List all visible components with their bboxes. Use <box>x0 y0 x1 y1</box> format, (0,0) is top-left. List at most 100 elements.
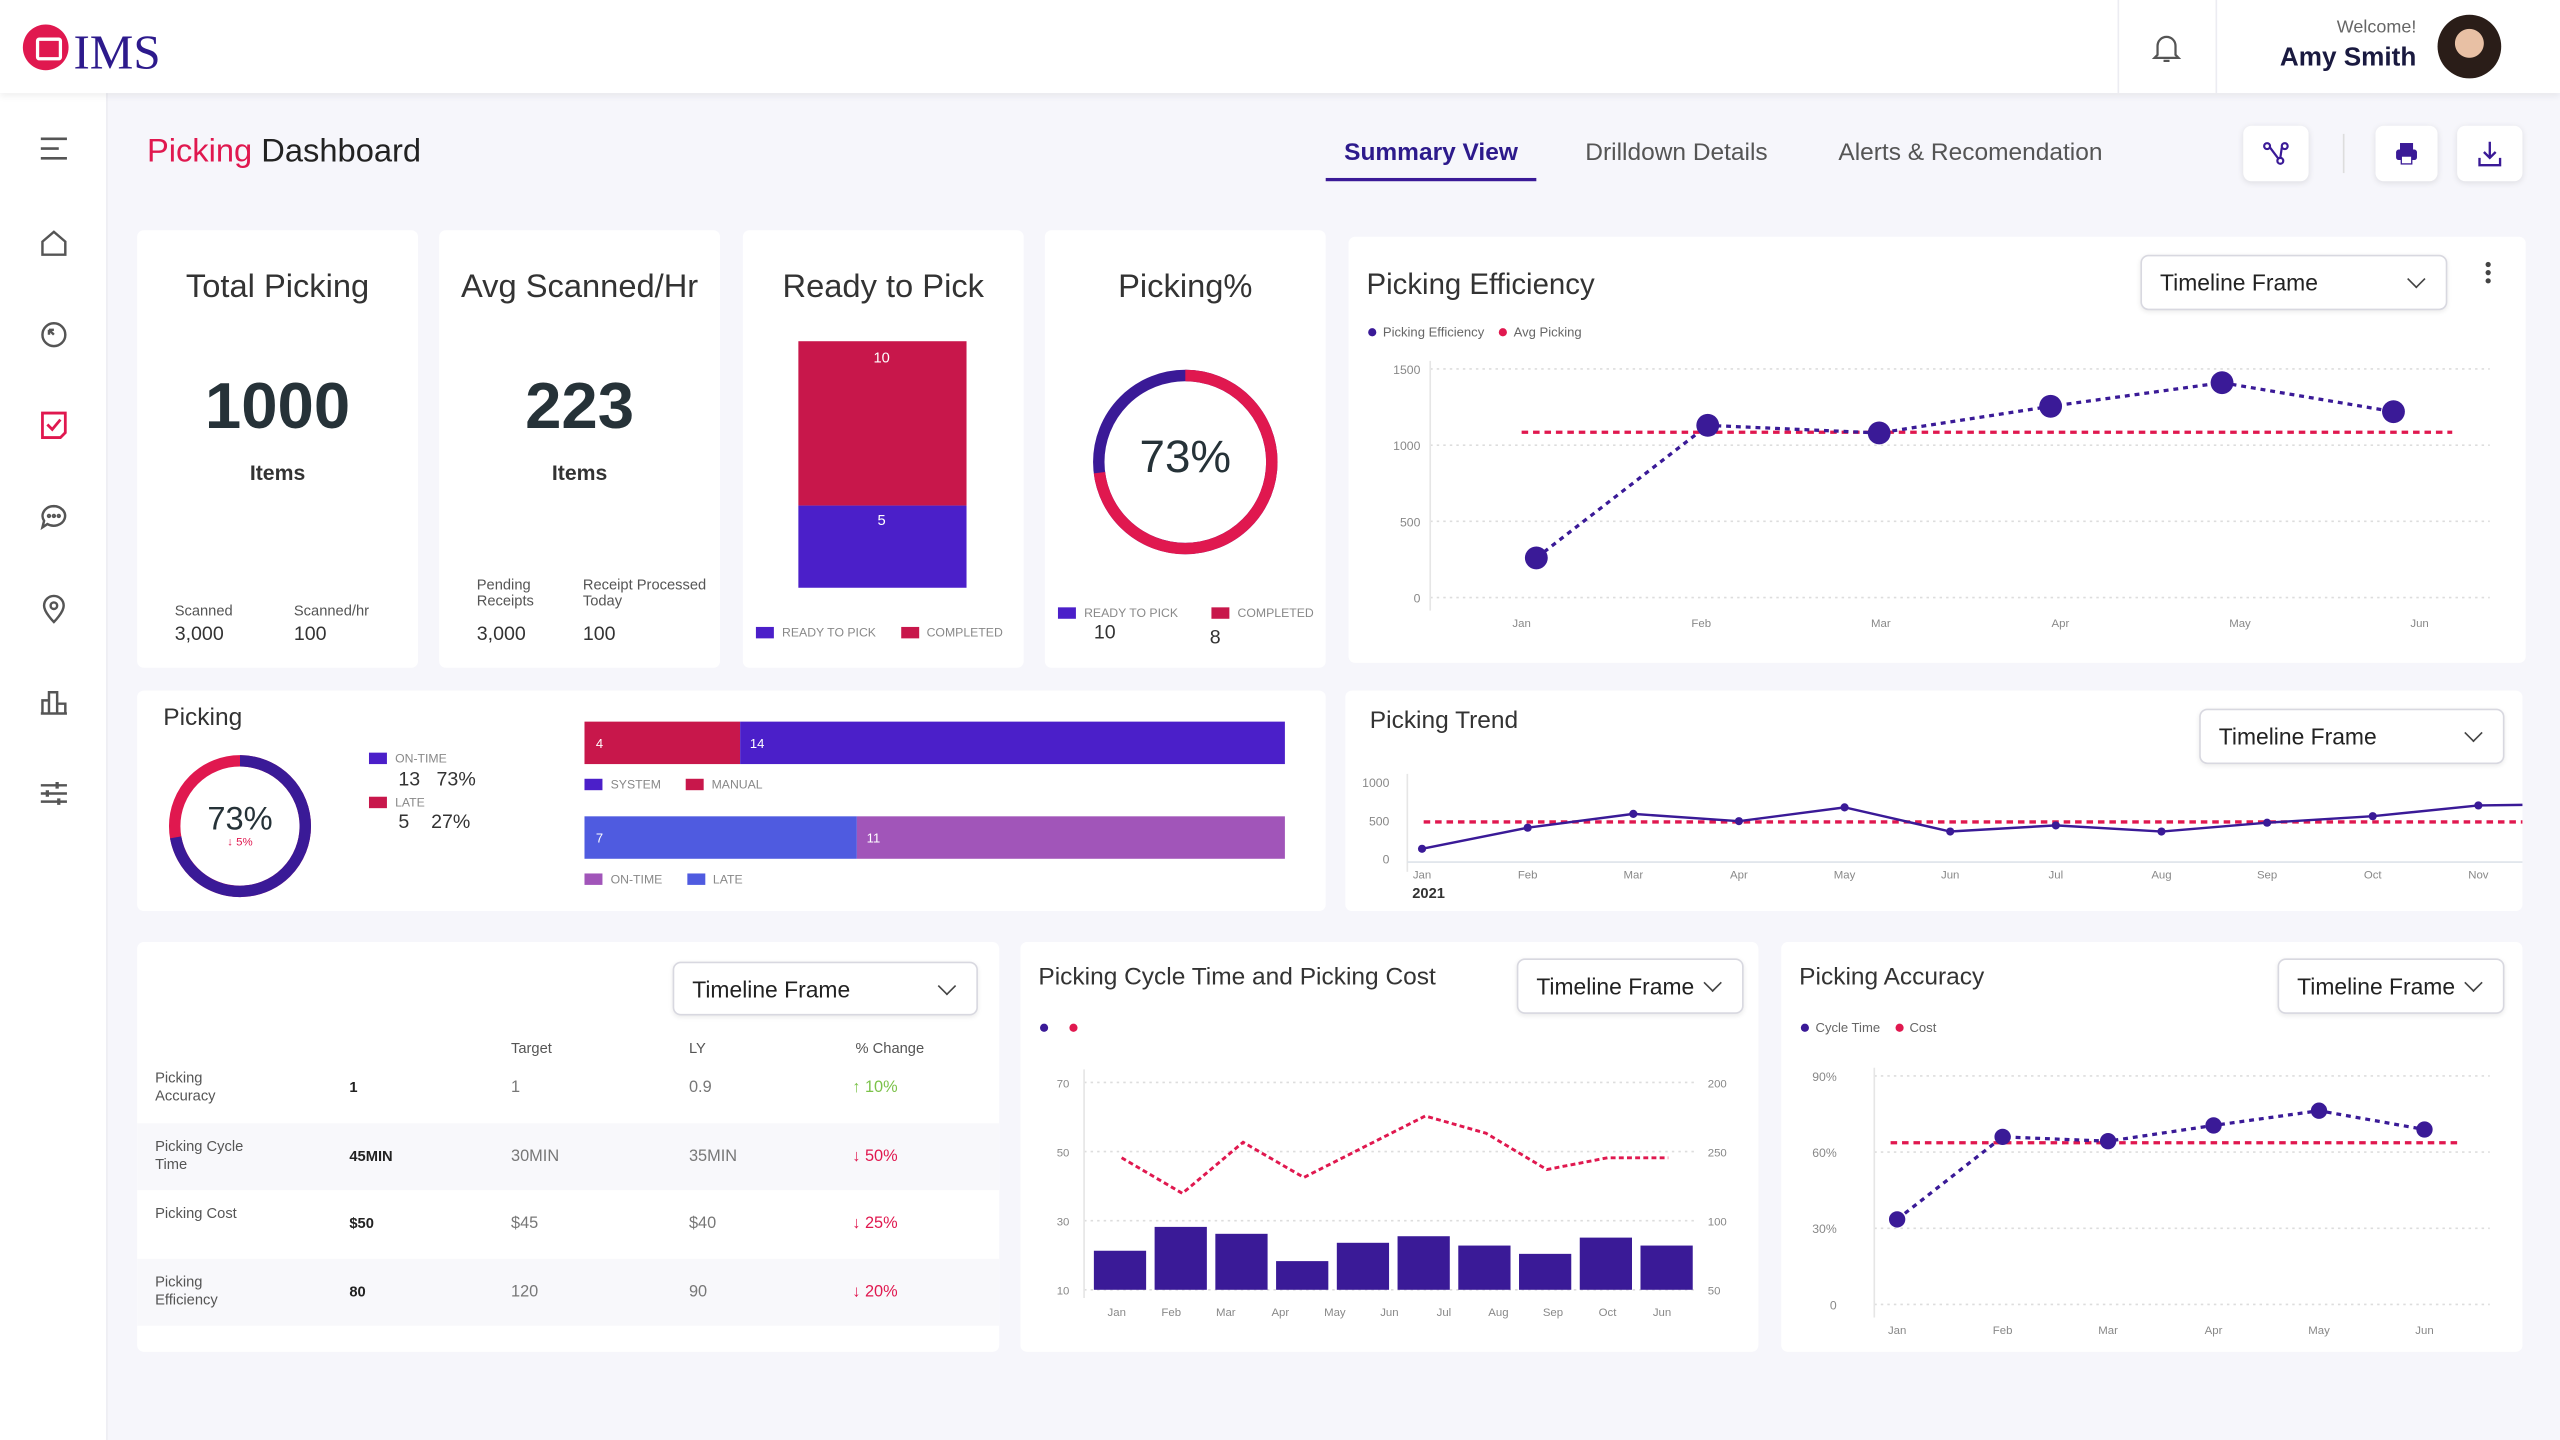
timeline-frame-dropdown[interactable]: Timeline Frame <box>2199 708 2505 765</box>
logo-text: IMS <box>73 26 161 80</box>
timeline-frame-dropdown[interactable]: Timeline Frame <box>672 961 978 1016</box>
tab-summary-view[interactable]: Summary View <box>1325 139 1537 182</box>
legend-count: 13 <box>398 767 421 791</box>
table-row: Picking Cost $50 $45 $40 ↓ 25% <box>137 1190 999 1257</box>
row-target: $45 <box>511 1214 539 1233</box>
page-title: Picking Dashboard <box>147 134 421 172</box>
row-value: 1 <box>349 1079 358 1096</box>
row-value: 80 <box>349 1283 366 1300</box>
legend-swatch <box>584 778 603 791</box>
arrow-down-icon: ↓ <box>852 1147 865 1166</box>
logo[interactable]: IMS <box>22 13 161 82</box>
row-change: ↑ 10% <box>852 1079 897 1097</box>
share-button[interactable] <box>2243 125 2309 182</box>
home-icon[interactable] <box>38 227 71 260</box>
legend-value: 8 <box>1209 625 1221 649</box>
row-change: ↓ 25% <box>852 1215 897 1233</box>
stat-label: Receipt Processed Today <box>582 576 707 609</box>
user-name[interactable]: Amy Smith <box>2280 44 2416 73</box>
avatar[interactable] <box>2437 14 2502 79</box>
legend-item <box>1039 1020 1055 1035</box>
table-row: Picking Cycle Time 45MIN 30MIN 35MIN ↓ 50% <box>137 1123 1000 1191</box>
sidebar <box>0 93 108 1440</box>
top-header: IMS Welcome! Amy Smith <box>0 0 2560 94</box>
card-title: Picking Cycle Time and Picking Cost <box>1038 963 1436 992</box>
share-icon <box>2263 142 2289 165</box>
legend-swatch <box>584 873 603 885</box>
stat-value: 3,000 <box>174 622 224 645</box>
kpi-unit: Items <box>551 460 608 485</box>
legend-item <box>1069 1020 1084 1035</box>
table-row: Picking Efficiency 80 120 90 ↓ 20% <box>137 1258 1000 1326</box>
row-label: Picking Cycle Time <box>155 1137 244 1173</box>
legend-label: READY TO PICK <box>782 625 876 640</box>
legend-swatch <box>368 752 387 765</box>
change-value: 10% <box>864 1079 898 1098</box>
divider <box>2117 0 2120 94</box>
legend-label: SYSTEM <box>610 777 661 792</box>
avg-scanned-card: Avg Scanned/Hr 223 Items Pending Receipt… <box>439 230 720 668</box>
row-label: Picking Accuracy <box>155 1069 216 1104</box>
dropdown-value: Timeline Frame <box>1536 973 1695 1000</box>
legend-label: Cycle Time <box>1815 1020 1881 1036</box>
card-title: Picking <box>163 703 243 732</box>
dropdown-value: Timeline Frame <box>692 975 851 1002</box>
chevron-down-icon <box>937 976 957 995</box>
stat-value: 3,000 <box>476 622 526 645</box>
divider <box>2342 133 2345 174</box>
stat-value: 100 <box>582 622 616 645</box>
legend-swatch <box>368 796 387 809</box>
legend-label: COMPLETED <box>926 625 1003 640</box>
divider <box>2215 0 2218 94</box>
print-button[interactable] <box>2375 125 2438 182</box>
delta-indicator: ↓ 5% <box>199 838 281 849</box>
card-title: Picking Trend <box>1369 706 1519 735</box>
row-ly: $40 <box>688 1214 717 1233</box>
legend-swatch <box>900 626 919 639</box>
donut-center-value: 73% <box>1139 431 1232 482</box>
stat-label: Pending Receipts <box>476 576 534 609</box>
hamburger-menu-icon[interactable] <box>38 132 71 165</box>
timeline-frame-dropdown[interactable]: Timeline Frame <box>2277 958 2505 1014</box>
row-value: 45MIN <box>349 1147 393 1165</box>
chat-icon[interactable] <box>38 501 71 534</box>
legend-label: COMPLETED <box>1237 605 1314 621</box>
download-button[interactable] <box>2457 125 2523 182</box>
arrow-up-icon: ↑ <box>852 1079 865 1098</box>
stat-label: Scanned/hr <box>293 602 370 619</box>
timeline-frame-dropdown[interactable]: Timeline Frame <box>2140 254 2448 311</box>
row-ly: 35MIN <box>688 1147 738 1166</box>
page-title-rest: Dashboard <box>261 133 422 170</box>
row-ly: 0.9 <box>688 1079 712 1098</box>
row-label: Picking Efficiency <box>155 1273 218 1308</box>
picking-efficiency-card: Picking Efficiency Timeline Frame Pickin… <box>1348 236 2526 663</box>
sliders-icon[interactable] <box>38 777 71 810</box>
tab-drilldown-details[interactable]: Drilldown Details <box>1585 139 1767 178</box>
checklist-icon[interactable] <box>38 408 71 441</box>
delta-value: 5% <box>236 837 253 849</box>
bell-icon[interactable] <box>2149 29 2185 73</box>
history-icon[interactable] <box>38 318 71 351</box>
row-label: Picking Cost <box>155 1204 237 1222</box>
tab-alerts-recomendation[interactable]: Alerts & Recomendation <box>1838 139 2102 178</box>
legend-value: 10 <box>1093 620 1116 644</box>
legend-swatch <box>755 626 774 639</box>
legend-item: Picking Efficiency <box>1368 325 1484 340</box>
legend-label: LATE <box>395 795 425 810</box>
welcome-text: Welcome! <box>2336 17 2417 38</box>
legend-label: Avg Picking <box>1513 324 1582 340</box>
arrow-down-icon: ↓ <box>852 1214 865 1233</box>
total-picking-card: Total Picking 1000 Items Scanned 3,000 S… <box>137 230 418 668</box>
legend-label: READY TO PICK <box>1084 605 1179 621</box>
stat-label: Scanned <box>174 602 233 619</box>
bar-chart-icon[interactable] <box>38 686 71 719</box>
legend-percent: 27% <box>431 809 471 833</box>
location-pin-icon[interactable] <box>38 593 71 626</box>
change-value: 20% <box>864 1283 898 1302</box>
legend-swatch <box>1057 607 1076 619</box>
logo-icon <box>22 24 69 71</box>
row-target: 30MIN <box>511 1147 560 1166</box>
timeline-frame-dropdown[interactable]: Timeline Frame <box>1516 958 1744 1014</box>
kebab-menu-icon[interactable] <box>2483 260 2493 294</box>
card-title: Total Picking <box>185 269 370 306</box>
